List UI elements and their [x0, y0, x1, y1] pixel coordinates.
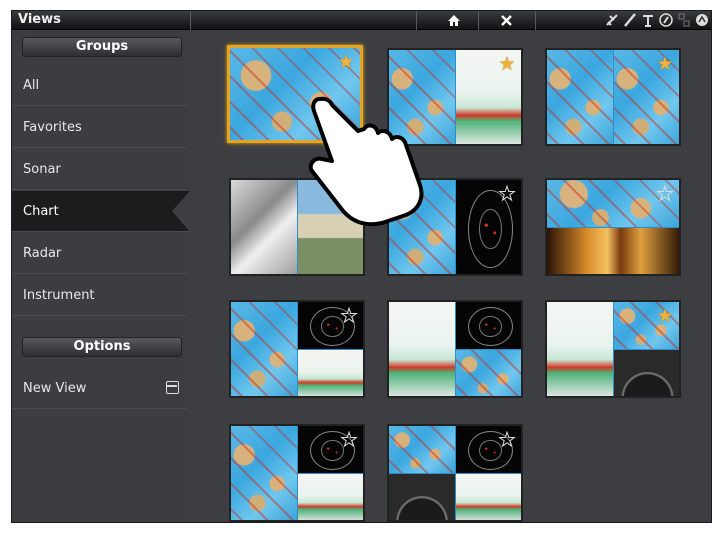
chart-pane — [231, 426, 297, 520]
side-imaging-pane — [547, 228, 679, 274]
view-thumbnail[interactable]: ★ — [387, 424, 523, 522]
sonar-pane — [456, 474, 521, 520]
favorite-star-icon[interactable]: ★ — [655, 306, 675, 326]
touch-hand-icon — [302, 91, 432, 231]
favorite-star-icon[interactable]: ★ — [497, 54, 517, 74]
favorite-star-icon[interactable]: ★ — [336, 52, 356, 72]
gauge-pane — [614, 350, 679, 396]
network-icon — [677, 12, 691, 28]
close-icon[interactable] — [491, 11, 521, 30]
divider — [416, 11, 417, 30]
sonar-icon — [695, 12, 709, 28]
divider — [478, 11, 479, 30]
chart-pane — [231, 302, 297, 396]
view-thumbnail[interactable]: ★ — [545, 300, 681, 398]
sidebar-item-instrument[interactable]: Instrument — [12, 275, 187, 316]
radar-pane — [456, 302, 521, 349]
favorite-star-icon[interactable]: ★ — [655, 54, 675, 74]
status-icons — [605, 12, 709, 28]
sonar-pane — [298, 350, 363, 396]
view-thumbnail[interactable] — [387, 300, 523, 398]
heading-icon — [623, 12, 637, 28]
sidebar-item-label: Chart — [23, 204, 59, 219]
antenna-icon — [641, 12, 655, 28]
gauge-pane — [389, 474, 455, 520]
favorite-star-icon[interactable]: ★ — [655, 184, 675, 205]
top-bar: Views — [12, 11, 711, 30]
divider — [535, 11, 536, 30]
new-view-label: New View — [23, 381, 87, 396]
sidebar-item-favorites[interactable]: Favorites — [12, 107, 187, 148]
view-thumbnail[interactable]: ★ — [545, 48, 681, 146]
sidebar-item-chart[interactable]: Chart — [12, 191, 190, 232]
favorite-star-icon[interactable]: ★ — [339, 306, 359, 327]
view-thumbnail[interactable]: ★ — [229, 424, 365, 522]
favorite-star-icon[interactable]: ★ — [497, 184, 517, 205]
chart-pane — [389, 426, 455, 473]
view-thumbnail[interactable]: ★ — [229, 300, 365, 398]
options-header: Options — [22, 337, 182, 357]
chart-3d-pane — [231, 180, 297, 274]
compass-icon — [659, 12, 673, 28]
favorite-star-icon[interactable]: ★ — [339, 430, 359, 451]
views-grid: ★ ★ ★ ★ ★ ★ ★ ★ ★ — [192, 31, 711, 522]
views-window: Views Groups All Favorites Sonar Chart R… — [11, 10, 712, 523]
new-view-button[interactable]: New View — [12, 368, 187, 409]
selection-pointer — [172, 191, 190, 232]
favorite-star-icon[interactable]: ★ — [497, 430, 517, 451]
sidebar-item-all[interactable]: All — [12, 65, 187, 106]
sonar-pane — [298, 474, 363, 520]
sonar-pane — [547, 302, 613, 396]
view-thumbnail[interactable]: ★ — [545, 178, 681, 276]
gps-icon — [605, 12, 619, 28]
sidebar: Groups All Favorites Sonar Chart Radar I… — [12, 31, 190, 522]
sonar-pane — [389, 302, 455, 396]
chart-pane — [456, 350, 521, 396]
chart-pane — [547, 50, 613, 144]
groups-header: Groups — [22, 37, 182, 57]
home-icon[interactable] — [439, 11, 469, 30]
sidebar-item-sonar[interactable]: Sonar — [12, 149, 187, 190]
window-title: Views — [18, 12, 61, 27]
new-view-icon — [166, 381, 179, 394]
sidebar-item-radar[interactable]: Radar — [12, 233, 187, 274]
divider — [190, 11, 191, 30]
